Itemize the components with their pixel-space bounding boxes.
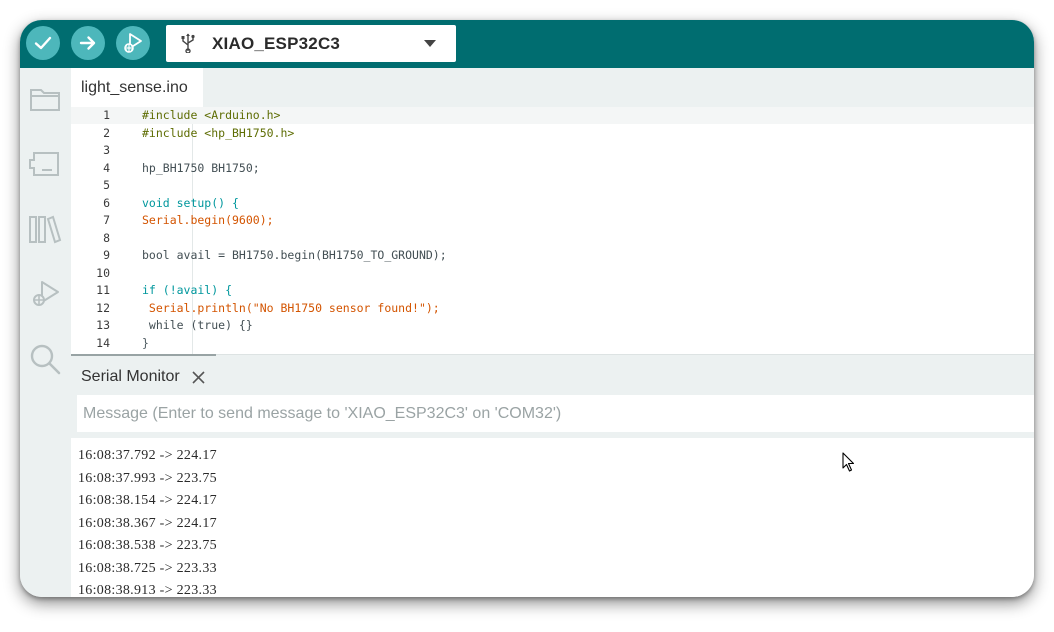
chevron-down-icon xyxy=(424,40,436,47)
serial-monitor-tabbar: Serial Monitor xyxy=(71,354,1034,395)
code-text: bool avail = BH1750.begin(BH1750_TO_GROU… xyxy=(142,248,447,262)
search-button[interactable] xyxy=(25,341,65,377)
output-line: 16:08:38.913 -> 223.33 xyxy=(78,583,217,597)
sidebar xyxy=(20,68,71,597)
code-line: 9 bool avail = BH1750.begin(BH1750_TO_GR… xyxy=(71,247,1034,264)
line-number: 1 xyxy=(103,108,110,122)
output-line: 16:08:38.725 -> 223.33 xyxy=(78,561,217,576)
sketchbook-button[interactable] xyxy=(25,81,65,117)
code-text: void setup() { xyxy=(142,196,239,210)
code-line: 8 xyxy=(71,230,1034,247)
code-text: Serial.println("No BH1750 sensor found!"… xyxy=(142,301,440,315)
output-line: 16:08:37.792 -> 224.17 xyxy=(78,448,217,463)
line-number: 2 xyxy=(103,126,110,140)
code-line: 13 while (true) {} xyxy=(71,317,1034,334)
code-line: 14 } xyxy=(71,335,1034,352)
debug-icon xyxy=(124,33,142,53)
line-number: 11 xyxy=(96,283,110,297)
serial-output: 16:08:37.792 -> 224.17 16:08:37.993 -> 2… xyxy=(71,438,1034,597)
upload-button[interactable] xyxy=(71,26,105,60)
output-line: 16:08:38.154 -> 224.17 xyxy=(78,493,217,508)
line-number: 6 xyxy=(103,196,110,210)
output-line: 16:08:38.367 -> 224.17 xyxy=(78,516,217,531)
library-manager-button[interactable] xyxy=(25,211,65,247)
board-selector[interactable]: XIAO_ESP32C3 xyxy=(166,25,456,62)
code-line: 7 Serial.begin(9600); xyxy=(71,212,1034,229)
active-tab-indicator xyxy=(71,354,216,356)
folder-icon xyxy=(30,89,60,111)
usb-icon xyxy=(181,33,195,53)
code-text: } xyxy=(142,336,149,350)
code-text: while (true) {} xyxy=(142,318,253,332)
debug-icon xyxy=(33,281,59,306)
close-icon[interactable] xyxy=(192,371,205,384)
code-text: #include <Arduino.h> xyxy=(142,108,281,122)
code-line: 3 xyxy=(71,142,1034,159)
code-text: Serial.begin(9600); xyxy=(142,213,274,227)
line-number: 12 xyxy=(96,301,110,315)
message-bar xyxy=(71,394,1034,438)
code-line: 11 if (!avail) { xyxy=(71,282,1034,299)
line-number: 13 xyxy=(96,318,110,332)
code-text: #include <hp_BH1750.h> xyxy=(142,126,295,140)
mouse-cursor-icon xyxy=(842,452,855,472)
line-number: 3 xyxy=(103,143,110,157)
code-line: 10 xyxy=(71,265,1034,282)
code-line: 12 Serial.println("No BH1750 sensor foun… xyxy=(71,300,1034,317)
line-number: 4 xyxy=(103,161,110,175)
line-number: 8 xyxy=(103,231,110,245)
debug-button[interactable] xyxy=(116,26,150,60)
code-line: 1 #include <Arduino.h> xyxy=(71,107,1034,124)
code-line: 5 xyxy=(71,177,1034,194)
output-line: 16:08:37.993 -> 223.75 xyxy=(78,471,217,486)
code-text: if (!avail) { xyxy=(142,283,233,297)
code-text: hp_BH1750 BH1750; xyxy=(142,161,260,175)
board-name: XIAO_ESP32C3 xyxy=(212,34,341,53)
serial-message-input[interactable] xyxy=(77,395,1034,432)
code-editor[interactable]: 1 #include <Arduino.h> 2 #include <hp_BH… xyxy=(71,107,1034,354)
code-line: 4 hp_BH1750 BH1750; xyxy=(71,160,1034,177)
verify-button[interactable] xyxy=(26,26,60,60)
line-number: 10 xyxy=(96,266,110,280)
code-line: 6 void setup() { xyxy=(71,195,1034,212)
tab-light-sense[interactable]: light_sense.ino xyxy=(71,68,203,107)
toolbar: XIAO_ESP32C3 xyxy=(20,20,1034,68)
output-line: 16:08:38.538 -> 223.75 xyxy=(78,538,217,553)
check-icon xyxy=(34,36,52,50)
line-number: 14 xyxy=(96,336,110,350)
arrow-right-icon xyxy=(79,36,96,50)
library-icon xyxy=(29,215,62,244)
board-manager-icon xyxy=(29,152,59,176)
code-line: 2 #include <hp_BH1750.h> xyxy=(71,125,1034,142)
debugger-button[interactable] xyxy=(25,276,65,312)
line-number: 9 xyxy=(103,248,110,262)
arduino-ide-window: XIAO_ESP32C3 light_sense.ino 1 #include … xyxy=(20,20,1034,597)
line-number: 5 xyxy=(103,178,110,192)
search-icon xyxy=(30,344,61,375)
editor-tabbar: light_sense.ino xyxy=(71,68,1034,107)
line-number: 7 xyxy=(103,213,110,227)
boards-manager-button[interactable] xyxy=(25,146,65,182)
tab-serial-monitor[interactable]: Serial Monitor xyxy=(81,368,180,386)
